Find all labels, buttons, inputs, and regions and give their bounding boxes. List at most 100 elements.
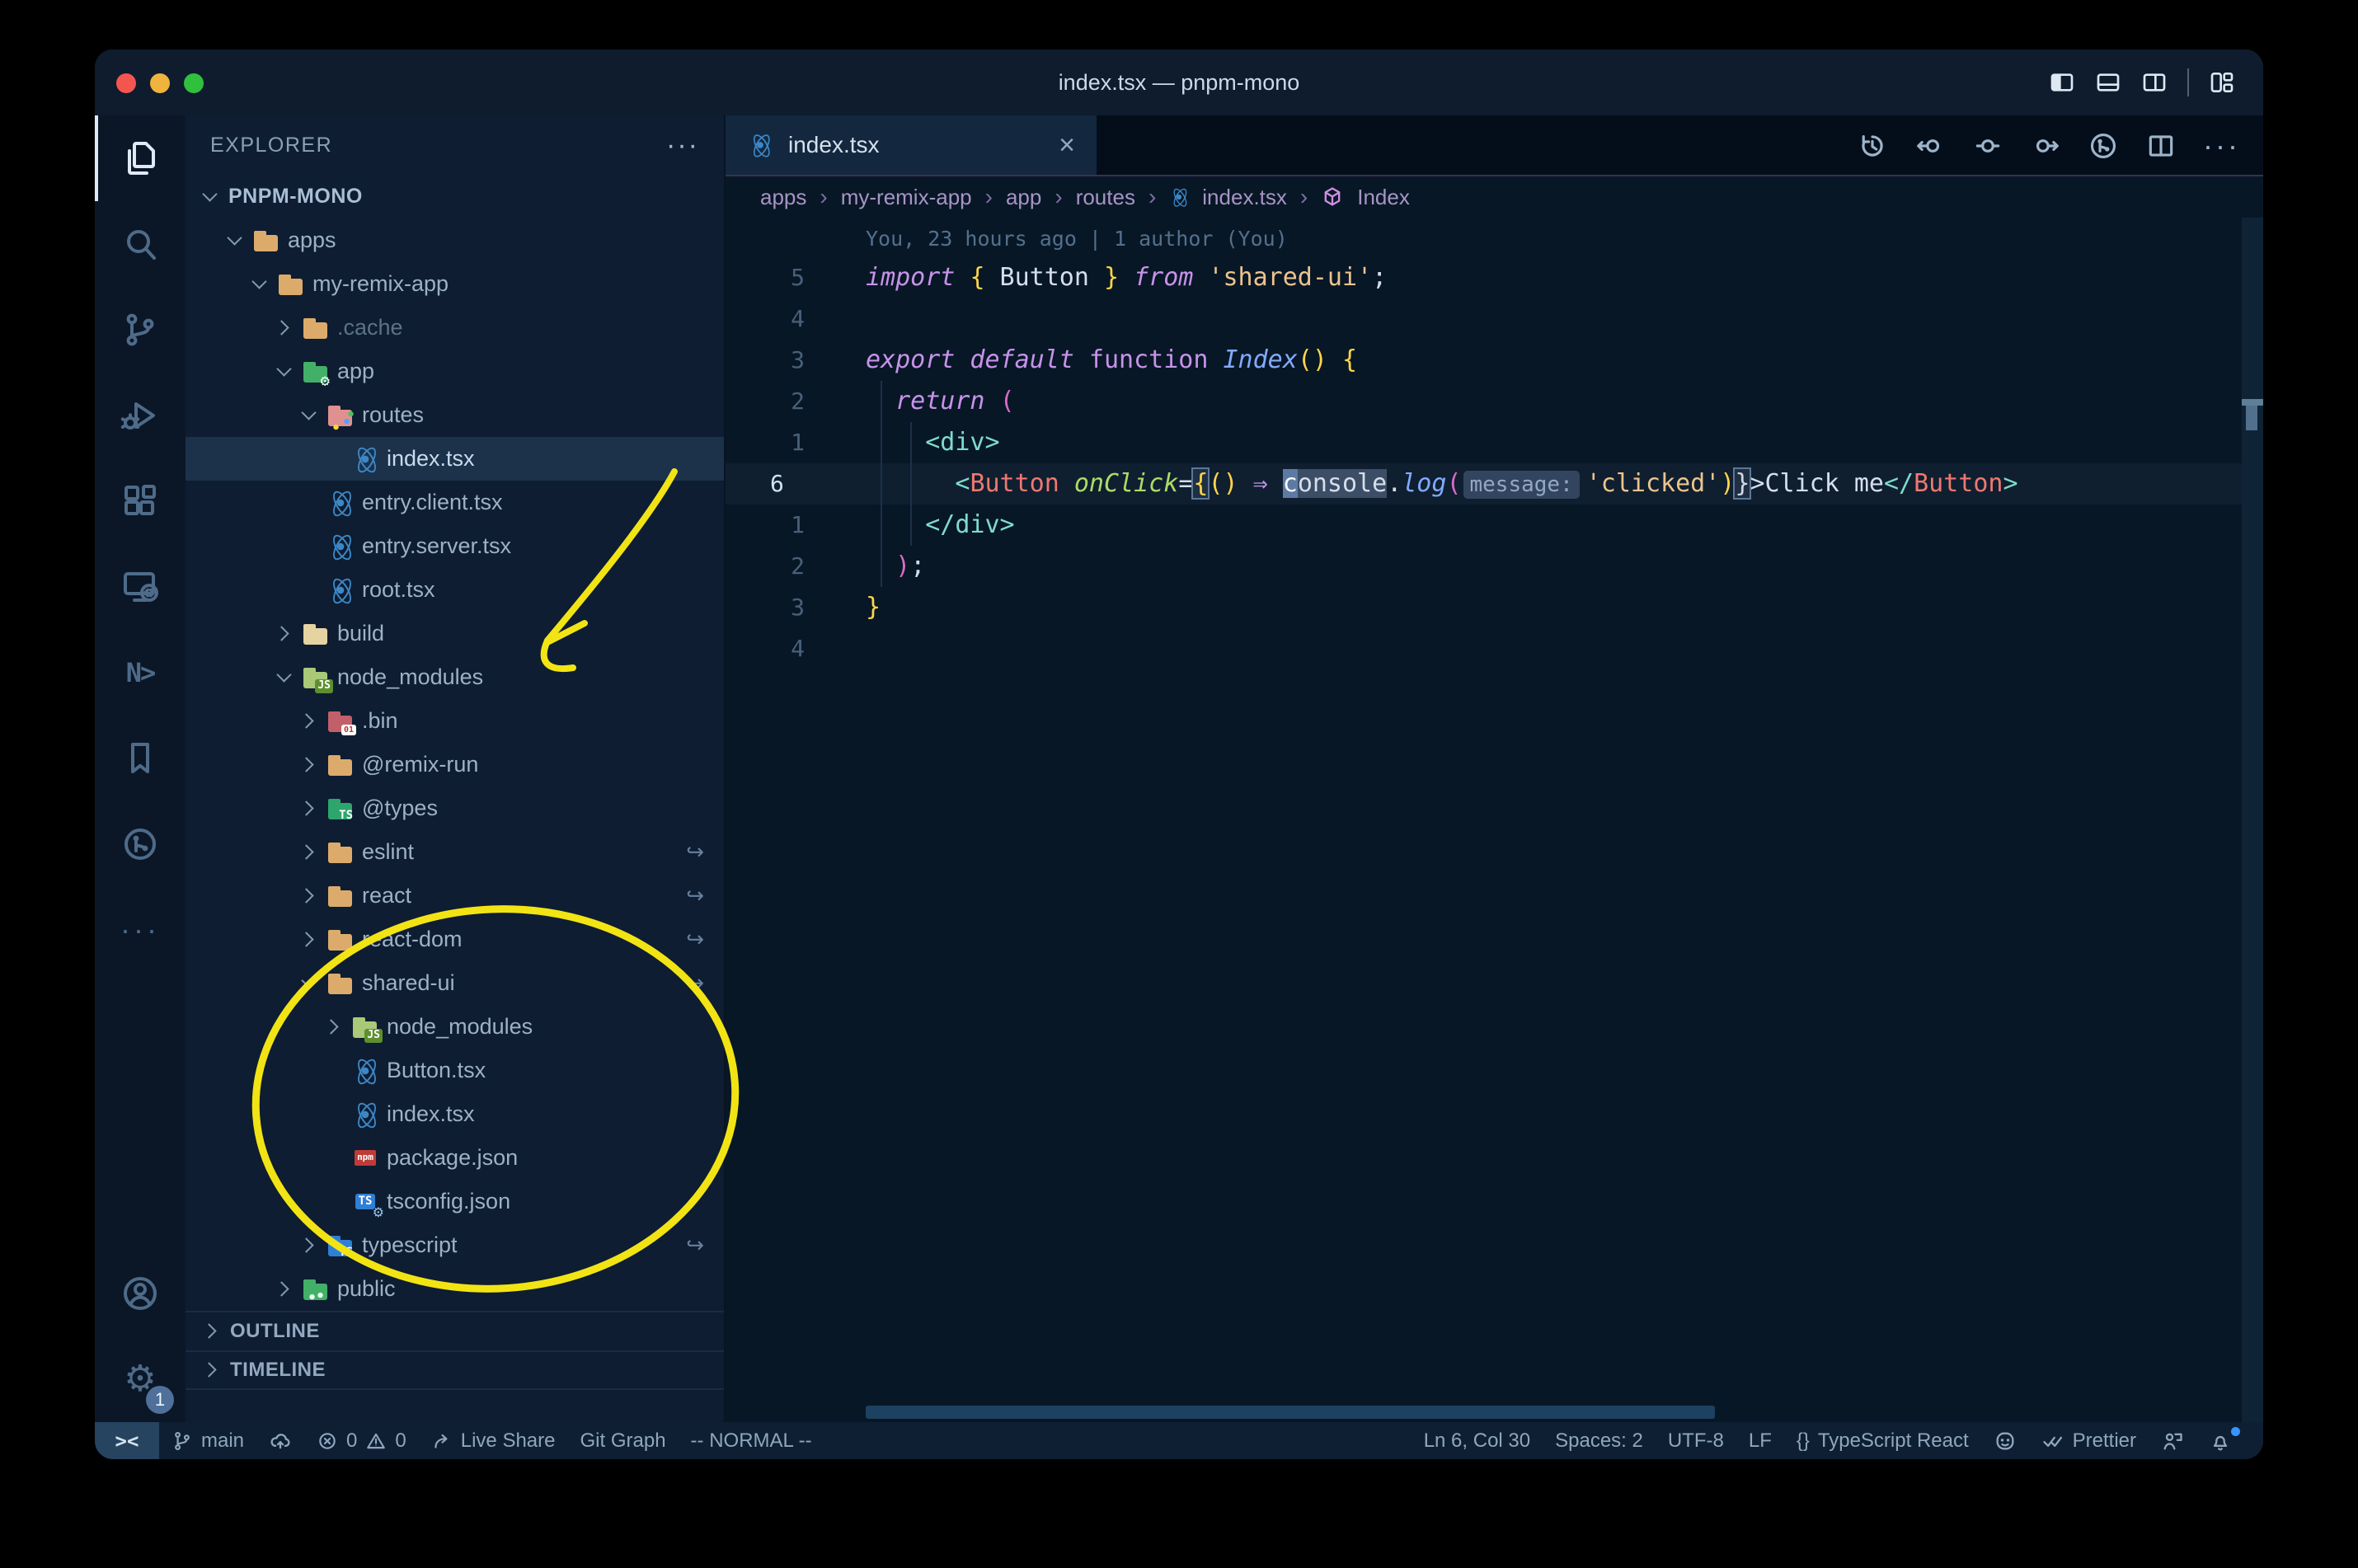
breadcrumb-routes[interactable]: routes — [1076, 185, 1135, 210]
extensions-icon[interactable] — [95, 458, 186, 544]
timeline-section[interactable]: TIMELINE — [186, 1350, 724, 1390]
file-type-icon — [303, 317, 329, 340]
git-branch-item[interactable]: main — [159, 1422, 256, 1459]
tree-row[interactable]: TS tsconfig.json — [186, 1180, 724, 1223]
current-change-icon[interactable] — [1972, 130, 2003, 162]
tree-row[interactable]: @remix-run — [186, 743, 724, 786]
symlink-arrow-icon — [686, 839, 704, 865]
tree-row[interactable]: eslint — [186, 830, 724, 874]
branch-icon — [175, 1431, 190, 1450]
symlink-arrow-icon — [686, 970, 704, 996]
tree-row[interactable]: .cache — [186, 306, 724, 350]
language-mode-item[interactable]: {} TypeScript React — [1784, 1422, 1981, 1459]
tree-row[interactable]: entry.server.tsx — [186, 524, 724, 568]
additional-views-icon[interactable]: ··· — [95, 887, 186, 973]
titlebar-separator — [2187, 68, 2189, 96]
file-type-icon — [327, 841, 354, 864]
run-and-debug-icon[interactable] — [95, 373, 186, 458]
tree-item-label: shared-ui — [362, 970, 455, 995]
vertical-scrollbar[interactable] — [2242, 218, 2263, 1422]
github-item[interactable] — [1981, 1422, 2029, 1459]
code-line: 1 </div> — [726, 505, 2263, 546]
nx-console-icon[interactable]: N> — [95, 630, 186, 716]
file-type-icon — [253, 229, 279, 252]
tree-row[interactable]: JS node_modules — [186, 1005, 724, 1049]
breadcrumb-my-remix-app[interactable]: my-remix-app — [841, 185, 972, 210]
eol-item[interactable]: LF — [1736, 1422, 1784, 1459]
tree-row[interactable]: TS typescript — [186, 1223, 724, 1267]
previous-change-icon[interactable] — [1914, 130, 1946, 162]
tree-row[interactable]: JS node_modules — [186, 655, 724, 699]
notifications-item[interactable] — [2196, 1422, 2247, 1459]
breadcrumb-app[interactable]: app — [1006, 185, 1041, 210]
tree-row[interactable]: entry.client.tsx — [186, 481, 724, 524]
remote-indicator[interactable]: >< — [95, 1422, 159, 1459]
tab-index-tsx[interactable]: index.tsx × — [726, 115, 1097, 175]
gitlens-icon[interactable] — [95, 801, 186, 887]
tree-row[interactable]: my-remix-app — [186, 262, 724, 306]
manage-gear-icon[interactable]: ⚙ 1 — [95, 1336, 186, 1422]
tree-row[interactable]: build — [186, 612, 724, 655]
line-number: 1 — [791, 511, 805, 538]
timeline-chevron-icon — [200, 1359, 218, 1381]
accounts-icon[interactable] — [95, 1251, 186, 1336]
tab-label: index.tsx — [788, 132, 880, 157]
git-graph-item[interactable]: Git Graph — [568, 1422, 679, 1459]
customize-layout-icon[interactable] — [2209, 69, 2235, 96]
tree-chevron-icon — [322, 1148, 344, 1169]
tab-close-icon[interactable]: × — [1059, 131, 1075, 159]
commit-graph-icon[interactable] — [2088, 130, 2119, 162]
breadcrumb-apps[interactable]: apps — [760, 185, 806, 210]
tree-row[interactable]: index.tsx — [186, 1092, 724, 1136]
tree-row[interactable]: Button.tsx — [186, 1049, 724, 1092]
sync-changes-item[interactable] — [256, 1422, 304, 1459]
tree-chevron-icon — [322, 1060, 344, 1082]
prettier-item[interactable]: Prettier — [2029, 1422, 2149, 1459]
indentation-item[interactable]: Spaces: 2 — [1543, 1422, 1656, 1459]
encoding-item[interactable]: UTF-8 — [1656, 1422, 1736, 1459]
source-control-icon[interactable] — [95, 287, 186, 373]
toggle-panel-icon[interactable] — [2095, 69, 2121, 96]
tree-row[interactable]: index.tsx — [186, 437, 724, 481]
tree-row[interactable]: react — [186, 874, 724, 918]
tree-row[interactable]: npm package.json — [186, 1136, 724, 1180]
tree-row[interactable]: TS @types — [186, 786, 724, 830]
toggle-primary-sidebar-icon[interactable] — [2049, 69, 2075, 96]
remote-explorer-icon[interactable] — [95, 544, 186, 630]
toggle-secondary-sidebar-icon[interactable] — [2141, 69, 2168, 96]
tree-row[interactable]: shared-ui — [186, 961, 724, 1005]
outline-section[interactable]: OUTLINE — [186, 1311, 724, 1350]
vim-mode-indicator[interactable]: -- NORMAL -- — [679, 1422, 824, 1459]
bookmarks-icon[interactable] — [95, 716, 186, 801]
close-window-button[interactable] — [116, 73, 136, 93]
breadcrumb-symbol[interactable]: Index — [1357, 185, 1410, 210]
split-editor-icon[interactable] — [2145, 130, 2177, 162]
problems-item[interactable]: 0 0 — [304, 1422, 419, 1459]
file-type-icon — [327, 885, 354, 908]
tree-row[interactable]: • public — [186, 1267, 724, 1311]
tree-row[interactable]: • routes — [186, 393, 724, 437]
cursor-position-item[interactable]: Ln 6, Col 30 — [1412, 1422, 1543, 1459]
feedback-item[interactable] — [2149, 1422, 2196, 1459]
search-icon[interactable] — [95, 201, 186, 287]
next-change-icon[interactable] — [2030, 130, 2061, 162]
tree-row[interactable]: PNPM-MONO — [186, 175, 724, 218]
code-line: 4 — [726, 628, 2263, 669]
tree-row[interactable]: react-dom — [186, 918, 724, 961]
tree-row[interactable]: root.tsx — [186, 568, 724, 612]
tree-item-label: entry.server.tsx — [362, 533, 512, 558]
tree-item-label: .cache — [337, 315, 403, 340]
zoom-window-button[interactable] — [184, 73, 204, 93]
minimize-window-button[interactable] — [150, 73, 170, 93]
horizontal-scrollbar[interactable] — [866, 1406, 1715, 1419]
code-editor[interactable]: You, 23 hours ago | 1 author (You) 5 impo… — [726, 218, 2263, 1422]
tree-item-label: eslint — [362, 839, 415, 864]
line-number: 4 — [791, 305, 805, 332]
breadcrumb-file[interactable]: index.tsx — [1202, 185, 1287, 210]
timeline-history-icon[interactable] — [1857, 130, 1888, 162]
tree-row[interactable]: apps — [186, 218, 724, 262]
tree-row[interactable]: ⚙ app — [186, 350, 724, 393]
tree-row[interactable]: 01 .bin — [186, 699, 724, 743]
live-share-item[interactable]: Live Share — [419, 1422, 568, 1459]
explorer-icon[interactable] — [95, 115, 186, 201]
